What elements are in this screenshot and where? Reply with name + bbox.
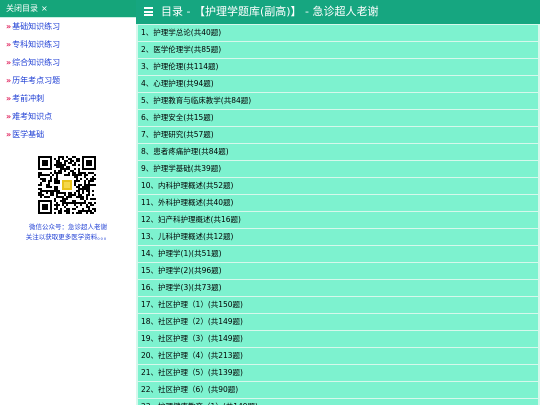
list-item[interactable]: 9、护理学基础(共39题) (138, 161, 538, 178)
list-item[interactable]: 19、社区护理（3）(共149题) (138, 331, 538, 348)
sidebar-item[interactable]: »医学基础 (0, 126, 136, 144)
sidebar-item[interactable]: »专科知识练习 (0, 36, 136, 54)
sidebar-nav: »基础知识练习 »专科知识练习 »综合知识练习 »历年考点习题 »考前冲刺 »难考知识点»… (0, 18, 136, 144)
close-catalog-button[interactable]: 关闭目录 × (0, 0, 136, 18)
list-item[interactable]: 20、社区护理（4）(共213题) (138, 348, 538, 365)
page-title: 目录 - 【护理学题库(副高)】 - 急诊超人老谢 (161, 5, 379, 18)
list-item[interactable]: 23、护理健康教育（1）(共149题) (138, 399, 538, 405)
sidebar-item-label: 难考知识点 (12, 112, 53, 121)
chevron-right-icon: » (6, 40, 12, 49)
list-item[interactable]: 13、儿科护理概述(共12题) (138, 229, 538, 246)
list-item[interactable]: 16、护理学(3)(共73题) (138, 280, 538, 297)
list-item[interactable]: 11、外科护理概述(共40题) (138, 195, 538, 212)
chapter-list: 1、护理学总论(共40题) 2、医学伦理学(共85题) 3、护理伦理(共114题) 4… (136, 24, 540, 405)
list-item[interactable]: 3、护理伦理(共114题) (138, 59, 538, 76)
list-item[interactable]: 8、患者疼痛护理(共84题) (138, 144, 538, 161)
sidebar-item[interactable]: »基础知识练习 (0, 18, 136, 36)
list-item[interactable]: 6、护理安全(共15题) (138, 110, 538, 127)
chevron-right-icon: » (6, 94, 12, 103)
list-item[interactable]: 18、社区护理（2）(共149题) (138, 314, 538, 331)
chevron-right-icon: » (6, 76, 12, 85)
list-item[interactable]: 1、护理学总论(共40题) (138, 25, 538, 42)
list-item[interactable]: 5、护理教育与临床教学(共84题) (138, 93, 538, 110)
sidebar-item[interactable]: »考前冲刺 (0, 90, 136, 108)
sidebar-item[interactable]: »难考知识点 (0, 108, 136, 126)
chevron-right-icon: » (6, 58, 12, 67)
list-item[interactable]: 4、心理护理(共94题) (138, 76, 538, 93)
list-item[interactable]: 17、社区护理（1）(共150题) (138, 297, 538, 314)
sidebar-item-label: 基础知识练习 (12, 22, 61, 31)
sidebar-item-label: 专科知识练习 (12, 40, 61, 49)
sidebar: 关闭目录 × »基础知识练习 »专科知识练习 »综合知识练习 »历年考点习题 »考前冲刺»… (0, 0, 137, 405)
sidebar-item[interactable]: »综合知识练习 (0, 54, 136, 72)
sidebar-item-label: 考前冲刺 (12, 94, 45, 103)
list-item[interactable]: 21、社区护理（5）(共139题) (138, 365, 538, 382)
chevron-right-icon: » (6, 130, 12, 139)
close-catalog-label: 关闭目录 (6, 4, 38, 13)
close-icon: × (41, 4, 48, 13)
page-header: 目录 - 【护理学题库(副高)】 - 急诊超人老谢 (136, 0, 540, 24)
chevron-right-icon: » (6, 112, 12, 121)
sidebar-item-label: 综合知识练习 (12, 58, 61, 67)
chevron-right-icon: » (6, 22, 12, 31)
qr-caption: 微信公众号：急诊超人老谢 关注以获取更多医学资料。。。 (0, 222, 136, 242)
qr-caption-line2: 关注以获取更多医学资料。。。 (25, 233, 111, 241)
list-item[interactable]: 10、内科护理概述(共52题) (138, 178, 538, 195)
list-item[interactable]: 15、护理学(2)(共96题) (138, 263, 538, 280)
qr-code-icon (38, 156, 96, 214)
list-item[interactable]: 14、护理学(1)(共51题) (138, 246, 538, 263)
list-item[interactable]: 12、妇产科护理概述(共16题) (138, 212, 538, 229)
qr-caption-line1: 微信公众号：急诊超人老谢 (29, 223, 107, 231)
hamburger-icon[interactable] (144, 7, 153, 16)
list-item[interactable]: 2、医学伦理学(共85题) (138, 42, 538, 59)
sidebar-item-label: 医学基础 (12, 130, 45, 139)
sidebar-item[interactable]: »历年考点习题 (0, 72, 136, 90)
list-item[interactable]: 22、社区护理（6）(共90题) (138, 382, 538, 399)
sidebar-item-label: 历年考点习题 (12, 76, 61, 85)
list-item[interactable]: 7、护理研究(共57题) (138, 127, 538, 144)
